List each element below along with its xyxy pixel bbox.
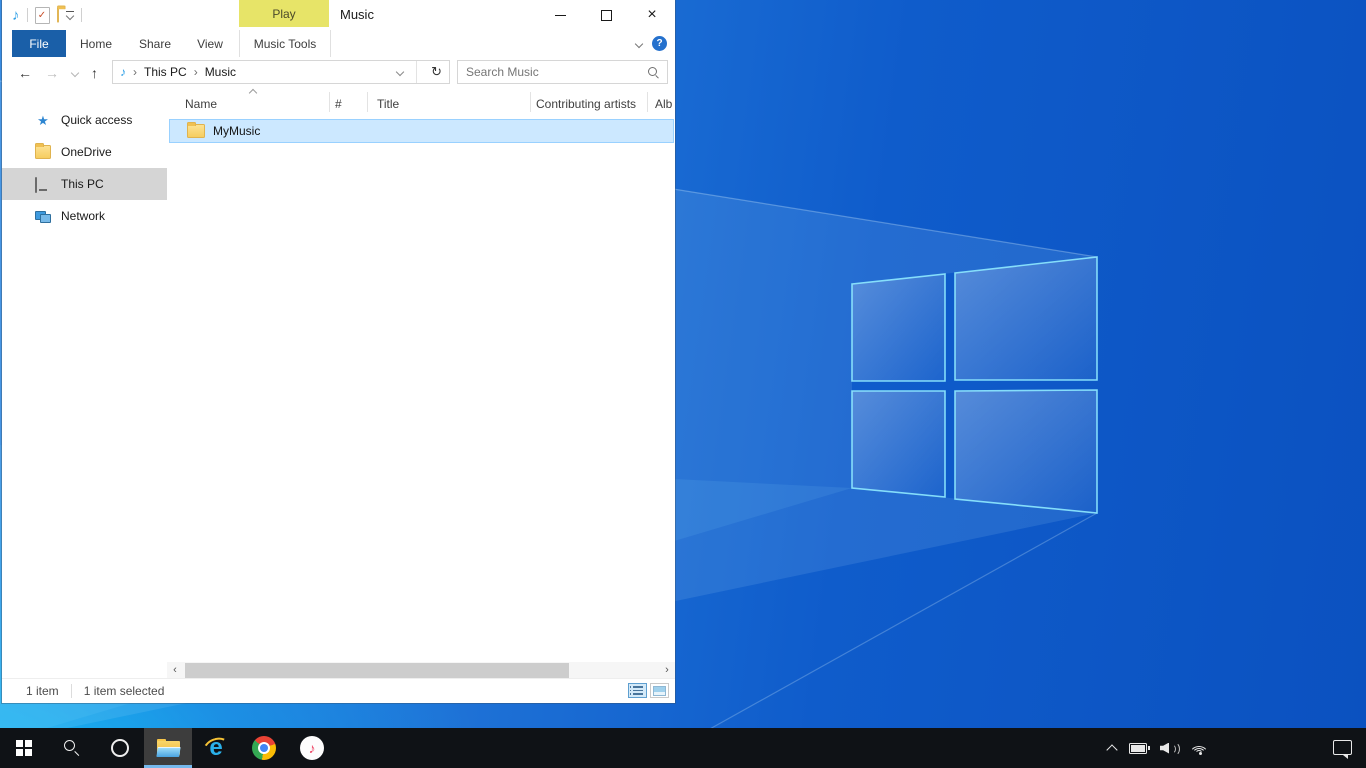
chrome-icon bbox=[252, 736, 276, 760]
action-center-icon[interactable] bbox=[1333, 740, 1352, 755]
window-controls: × bbox=[537, 0, 675, 30]
hidden-icons-chevron-icon[interactable] bbox=[1106, 744, 1117, 755]
ribbon-tabs: File Home Share View Music Tools ? bbox=[2, 30, 675, 58]
sidebar-item-quick-access[interactable]: ★ Quick access bbox=[2, 104, 167, 136]
sidebar-item-label: This PC bbox=[61, 177, 104, 191]
itunes-icon: ♪ bbox=[300, 736, 324, 760]
thumbnail-view-icon bbox=[653, 686, 666, 696]
tab-music-tools[interactable]: Music Tools bbox=[239, 30, 331, 57]
collapse-ribbon-icon[interactable] bbox=[635, 39, 643, 47]
monitor-icon bbox=[35, 178, 51, 191]
search-icon[interactable] bbox=[647, 66, 660, 79]
taskbar-search-button[interactable] bbox=[48, 728, 96, 768]
quick-access-star-icon: ★ bbox=[37, 114, 49, 127]
sidebar-item-network[interactable]: Network bbox=[2, 200, 167, 232]
up-button[interactable]: ↑ bbox=[91, 66, 98, 80]
column-header-name[interactable]: Name bbox=[185, 97, 217, 111]
selection-count: 1 item selected bbox=[84, 684, 165, 698]
title-bar[interactable]: ♪ ✓ Play Music × bbox=[2, 0, 675, 30]
sidebar-item-label: Quick access bbox=[61, 113, 132, 127]
sidebar-item-this-pc[interactable]: This PC bbox=[2, 168, 167, 200]
file-name: MyMusic bbox=[213, 124, 260, 138]
status-bar: 1 item 1 item selected bbox=[2, 678, 675, 703]
folder-icon bbox=[35, 145, 51, 159]
folder-icon bbox=[187, 124, 205, 138]
file-list-pane: Name # Title Contributing artists Alb My… bbox=[167, 88, 675, 679]
app-music-note-icon: ♪ bbox=[12, 8, 20, 23]
scrollbar-thumb[interactable] bbox=[185, 663, 569, 678]
sidebar-item-label: OneDrive bbox=[61, 145, 112, 159]
help-icon[interactable]: ? bbox=[652, 36, 667, 51]
tab-view[interactable]: View bbox=[184, 30, 236, 57]
file-explorer-icon bbox=[157, 739, 180, 757]
breadcrumb-this-pc[interactable]: This PC bbox=[144, 65, 187, 79]
maximize-button[interactable] bbox=[583, 0, 629, 30]
volume-icon[interactable] bbox=[1160, 742, 1177, 755]
network-icon bbox=[35, 210, 51, 223]
recent-locations-chevron[interactable] bbox=[71, 68, 79, 76]
properties-icon[interactable]: ✓ bbox=[35, 7, 50, 24]
breadcrumb-music[interactable]: Music bbox=[205, 65, 236, 79]
sidebar-item-onedrive[interactable]: OneDrive bbox=[2, 136, 167, 168]
quick-access-toolbar: ♪ ✓ bbox=[12, 4, 82, 26]
breadcrumb-chevron-icon[interactable]: › bbox=[133, 65, 137, 79]
minimize-button[interactable] bbox=[537, 0, 583, 30]
refresh-icon[interactable]: ↻ bbox=[424, 64, 449, 80]
taskbar-itunes[interactable]: ♪ bbox=[288, 728, 336, 768]
column-header-number[interactable]: # bbox=[335, 97, 342, 111]
close-button[interactable]: × bbox=[629, 0, 675, 30]
system-tray bbox=[1108, 728, 1210, 768]
breadcrumb-chevron-icon[interactable]: › bbox=[194, 65, 198, 79]
navigation-pane: ★ Quick access OneDrive This PC Network bbox=[2, 88, 167, 679]
start-button[interactable] bbox=[0, 728, 48, 768]
column-header-contributing-artists[interactable]: Contributing artists bbox=[536, 97, 636, 111]
file-row-mymusic[interactable]: MyMusic bbox=[169, 119, 674, 143]
location-music-note-icon: ♪ bbox=[120, 66, 126, 78]
taskbar: e ♪ bbox=[0, 728, 1366, 768]
details-view-button[interactable] bbox=[628, 683, 647, 698]
cortana-button[interactable] bbox=[96, 728, 144, 768]
navigation-bar: ← → ↑ ♪ › This PC › Music ↻ bbox=[2, 57, 675, 89]
tab-file[interactable]: File bbox=[12, 30, 66, 57]
thumbnail-view-button[interactable] bbox=[650, 683, 669, 698]
back-button[interactable]: ← bbox=[18, 66, 32, 80]
sort-ascending-icon bbox=[249, 89, 257, 97]
horizontal-scrollbar[interactable]: ‹ › bbox=[167, 662, 675, 679]
file-explorer-window: ♪ ✓ Play Music × File Home Share View Mu… bbox=[2, 0, 675, 703]
internet-explorer-icon: e bbox=[203, 735, 229, 761]
address-dropdown-chevron[interactable] bbox=[396, 68, 404, 76]
taskbar-file-explorer[interactable] bbox=[144, 728, 192, 768]
item-count: 1 item bbox=[26, 684, 59, 698]
search-icon bbox=[64, 740, 80, 756]
column-header-title[interactable]: Title bbox=[377, 97, 399, 111]
contextual-group-play[interactable]: Play bbox=[239, 0, 329, 27]
tab-home[interactable]: Home bbox=[66, 30, 126, 57]
windows-logo-icon bbox=[16, 740, 32, 756]
toolbar-separator bbox=[81, 8, 82, 22]
taskbar-chrome[interactable] bbox=[240, 728, 288, 768]
tab-share[interactable]: Share bbox=[126, 30, 184, 57]
taskbar-internet-explorer[interactable]: e bbox=[192, 728, 240, 768]
window-title: Music bbox=[340, 7, 374, 22]
forward-button: → bbox=[45, 66, 59, 80]
new-folder-icon[interactable] bbox=[57, 8, 59, 21]
battery-icon[interactable] bbox=[1129, 743, 1147, 754]
address-bar[interactable]: ♪ › This PC › Music ↻ bbox=[112, 60, 450, 84]
sidebar-item-label: Network bbox=[61, 209, 105, 223]
scroll-left-arrow[interactable]: ‹ bbox=[167, 662, 183, 679]
details-view-icon bbox=[633, 686, 643, 695]
wifi-icon[interactable] bbox=[1190, 742, 1210, 755]
column-header-album[interactable]: Alb bbox=[655, 97, 672, 111]
toolbar-separator bbox=[27, 8, 28, 22]
search-box[interactable] bbox=[457, 60, 668, 84]
cortana-ring-icon bbox=[111, 739, 129, 757]
column-headers: Name # Title Contributing artists Alb bbox=[167, 88, 675, 116]
scroll-right-arrow[interactable]: › bbox=[659, 662, 675, 679]
customize-toolbar-icon[interactable] bbox=[66, 11, 74, 19]
search-input[interactable] bbox=[458, 65, 647, 79]
